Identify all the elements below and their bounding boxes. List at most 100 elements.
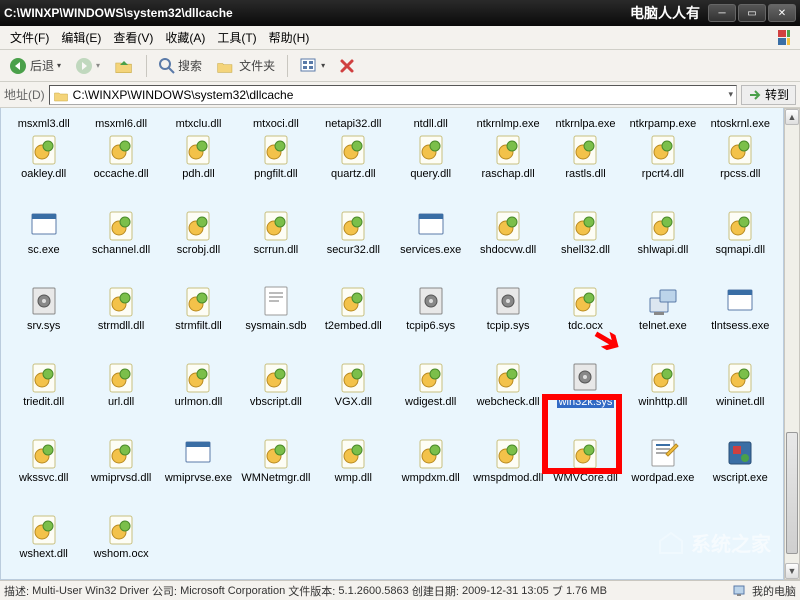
file-item[interactable]: wininet.dll <box>702 358 779 434</box>
file-item[interactable]: ntkrnlmp.exe <box>469 110 546 130</box>
file-item[interactable]: wscript.exe <box>702 434 779 510</box>
file-item[interactable]: shdocvw.dll <box>469 206 546 282</box>
file-item[interactable]: ntdll.dll <box>392 110 469 130</box>
back-button[interactable]: 后退 ▾ <box>4 54 66 78</box>
file-item[interactable]: mtxoci.dll <box>237 110 314 130</box>
up-button[interactable] <box>109 54 139 78</box>
file-item[interactable]: scrobj.dll <box>160 206 237 282</box>
chevron-down-icon[interactable]: ▾ <box>728 89 733 100</box>
file-item[interactable]: raschap.dll <box>469 130 546 206</box>
file-item[interactable]: rpcss.dll <box>702 130 779 206</box>
menu-edit[interactable]: 编辑(E) <box>55 27 107 48</box>
file-item[interactable]: msxml3.dll <box>5 110 82 130</box>
file-item[interactable]: win32k.sys <box>547 358 624 434</box>
file-item[interactable]: url.dll <box>82 358 159 434</box>
file-item[interactable]: srv.sys <box>5 282 82 358</box>
file-item[interactable]: wmiprvse.exe <box>160 434 237 510</box>
file-item[interactable]: tcpip6.sys <box>392 282 469 358</box>
vertical-scrollbar[interactable]: ▲ ▼ <box>784 108 800 580</box>
file-item[interactable]: shlwapi.dll <box>624 206 701 282</box>
file-item[interactable]: wmp.dll <box>315 434 392 510</box>
file-item[interactable]: query.dll <box>392 130 469 206</box>
file-item[interactable]: scrrun.dll <box>237 206 314 282</box>
file-item[interactable]: ntoskrnl.exe <box>702 110 779 130</box>
forward-button[interactable]: ▾ <box>70 54 105 78</box>
file-item[interactable]: WMVCore.dll <box>547 434 624 510</box>
file-item[interactable]: telnet.exe <box>624 282 701 358</box>
status-mycomputer: 我的电脑 <box>752 583 796 599</box>
wordpad-icon <box>646 436 680 470</box>
maximize-button[interactable]: ▭ <box>738 4 766 22</box>
file-item[interactable]: pngfilt.dll <box>237 130 314 206</box>
menu-view[interactable]: 查看(V) <box>107 27 159 48</box>
file-pane[interactable]: msxml3.dllmsxml6.dllmtxclu.dllmtxoci.dll… <box>0 108 784 580</box>
file-item[interactable]: quartz.dll <box>315 130 392 206</box>
delete-x-icon <box>339 58 355 74</box>
file-item[interactable]: t2embed.dll <box>315 282 392 358</box>
file-item[interactable]: pdh.dll <box>160 130 237 206</box>
folder-icon <box>53 88 69 102</box>
file-label: scrobj.dll <box>175 244 222 256</box>
file-item[interactable]: WMNetmgr.dll <box>237 434 314 510</box>
dll-icon <box>336 284 370 318</box>
address-input[interactable]: C:\WINXP\WINDOWS\system32\dllcache ▾ <box>49 85 737 105</box>
file-item[interactable]: tcpip.sys <box>469 282 546 358</box>
file-item[interactable]: vbscript.dll <box>237 358 314 434</box>
chevron-down-icon: ▾ <box>96 61 100 70</box>
scroll-up-button[interactable]: ▲ <box>785 109 799 125</box>
file-item[interactable]: oakley.dll <box>5 130 82 206</box>
file-item[interactable]: shell32.dll <box>547 206 624 282</box>
file-item[interactable]: wkssvc.dll <box>5 434 82 510</box>
folders-button[interactable]: 文件夹 <box>211 54 280 77</box>
file-item[interactable]: strmdll.dll <box>82 282 159 358</box>
file-label: wshom.ocx <box>92 548 151 560</box>
file-item[interactable]: mtxclu.dll <box>160 110 237 130</box>
file-item[interactable]: sqmapi.dll <box>702 206 779 282</box>
file-item[interactable]: wordpad.exe <box>624 434 701 510</box>
file-item[interactable]: webcheck.dll <box>469 358 546 434</box>
file-item[interactable]: sysmain.sdb <box>237 282 314 358</box>
file-item[interactable]: tdc.ocx <box>547 282 624 358</box>
search-button[interactable]: 搜索 <box>154 54 207 77</box>
file-item[interactable]: triedit.dll <box>5 358 82 434</box>
file-item[interactable]: wshom.ocx <box>82 510 159 580</box>
file-item[interactable]: wmpdxm.dll <box>392 434 469 510</box>
file-item[interactable]: ntkrpamp.exe <box>624 110 701 130</box>
scroll-down-button[interactable]: ▼ <box>785 563 799 579</box>
file-item[interactable]: urlmon.dll <box>160 358 237 434</box>
file-item[interactable]: services.exe <box>392 206 469 282</box>
file-item[interactable]: schannel.dll <box>82 206 159 282</box>
wscript-icon <box>723 436 757 470</box>
file-item[interactable]: winhttp.dll <box>624 358 701 434</box>
file-item[interactable]: wdigest.dll <box>392 358 469 434</box>
file-item[interactable]: tlntsess.exe <box>702 282 779 358</box>
close-button[interactable]: ✕ <box>768 4 796 22</box>
file-item[interactable]: strmfilt.dll <box>160 282 237 358</box>
menu-help[interactable]: 帮助(H) <box>263 27 316 48</box>
file-item[interactable]: occache.dll <box>82 130 159 206</box>
menu-file[interactable]: 文件(F) <box>4 27 55 48</box>
minimize-button[interactable]: ─ <box>708 4 736 22</box>
file-label: shell32.dll <box>559 244 612 256</box>
file-item[interactable]: VGX.dll <box>315 358 392 434</box>
file-label: raschap.dll <box>479 168 536 180</box>
file-item[interactable]: rastls.dll <box>547 130 624 206</box>
file-item[interactable]: rpcrt4.dll <box>624 130 701 206</box>
file-item[interactable]: netapi32.dll <box>315 110 392 130</box>
up-folder-icon <box>114 57 134 75</box>
scroll-track[interactable] <box>785 125 799 563</box>
menu-tools[interactable]: 工具(T) <box>211 27 262 48</box>
go-button[interactable]: 转到 <box>741 85 796 105</box>
file-label: ntkrpamp.exe <box>628 118 699 130</box>
file-item[interactable]: wshext.dll <box>5 510 82 580</box>
menu-favorites[interactable]: 收藏(A) <box>159 27 211 48</box>
delete-button[interactable] <box>334 55 360 77</box>
file-item[interactable]: sc.exe <box>5 206 82 282</box>
file-item[interactable]: wmiprvsd.dll <box>82 434 159 510</box>
file-item[interactable]: wmspdmod.dll <box>469 434 546 510</box>
file-item[interactable]: secur32.dll <box>315 206 392 282</box>
scroll-thumb[interactable] <box>786 432 798 555</box>
file-item[interactable]: msxml6.dll <box>82 110 159 130</box>
views-button[interactable]: ▾ <box>295 55 330 77</box>
file-item[interactable]: ntkrnlpa.exe <box>547 110 624 130</box>
